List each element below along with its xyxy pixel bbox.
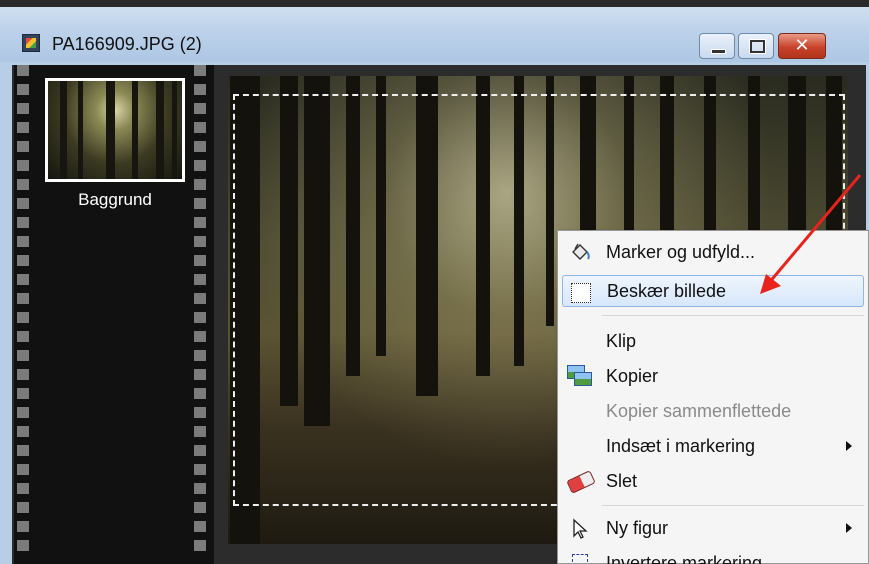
annotation-arrow [760,174,862,294]
image-window: PA166909.JPG (2) ✕ Baggrund Marker og ud… [0,0,869,564]
